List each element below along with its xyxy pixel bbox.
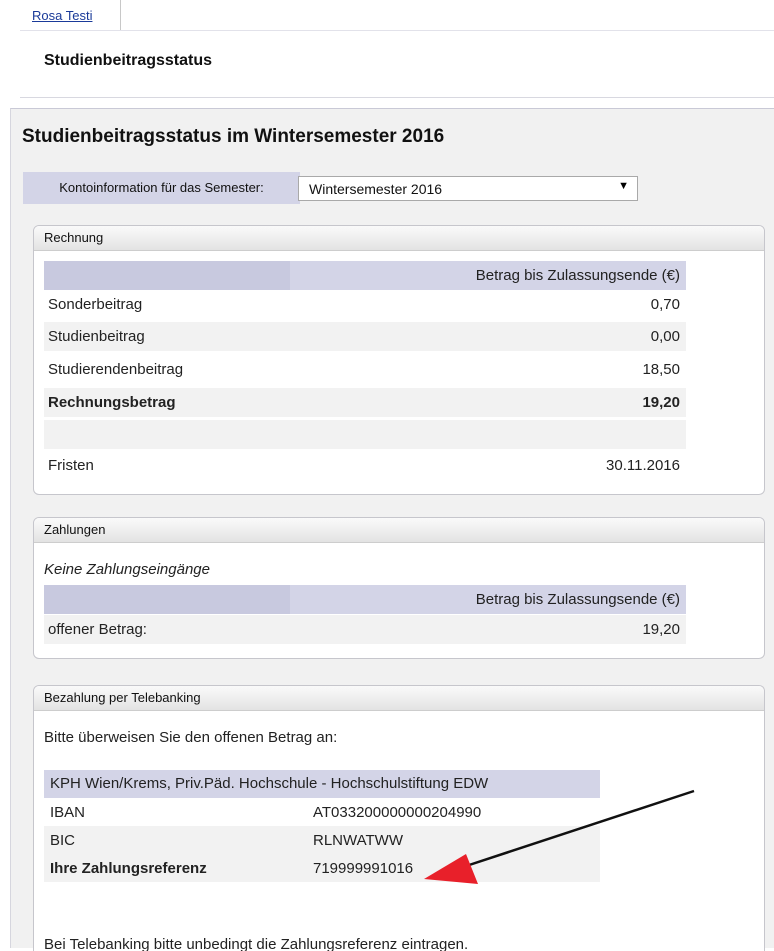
semester-select-value: Wintersemester 2016 bbox=[309, 181, 443, 197]
bic-label: BIC bbox=[50, 832, 76, 849]
spacer-row bbox=[44, 420, 686, 449]
row-amount: 0,00 bbox=[650, 328, 680, 345]
deadline-row: Fristen 30.11.2016 bbox=[44, 451, 686, 480]
transfer-instruction: Bitte überweisen Sie den offenen Betrag … bbox=[44, 729, 338, 746]
no-payments-note: Keine Zahlungseingänge bbox=[44, 561, 210, 578]
rechnung-table-header: Betrag bis Zulassungsende (€) bbox=[44, 261, 686, 290]
telebanking-footnote: Bei Telebanking bitte unbedingt die Zahl… bbox=[44, 936, 469, 951]
column-header: Betrag bis Zulassungsende (€) bbox=[475, 267, 680, 284]
page-title: Studienbeitragsstatus bbox=[44, 52, 213, 69]
total-amount: 19,20 bbox=[642, 394, 680, 411]
telebanking-group: Bezahlung per Telebanking Bitte überweis… bbox=[33, 685, 765, 951]
reference-row: Ihre Zahlungsreferenz 719999991016 bbox=[44, 854, 600, 882]
reference-value: 719999991016 bbox=[313, 860, 414, 877]
table-row: Sonderbeitrag 0,70 bbox=[44, 290, 686, 319]
row-label: Studierendenbeitrag bbox=[48, 361, 184, 378]
semester-select[interactable]: Wintersemester 2016 ▼ bbox=[298, 176, 638, 201]
column-header: Betrag bis Zulassungsende (€) bbox=[475, 591, 680, 608]
section-title: Studienbeitragsstatus im Wintersemester … bbox=[22, 126, 445, 147]
reference-label: Ihre Zahlungsreferenz bbox=[50, 860, 207, 877]
row-label: Studienbeitrag bbox=[48, 328, 145, 345]
iban-row: IBAN AT033200000000204990 bbox=[44, 798, 600, 826]
iban-label: IBAN bbox=[50, 804, 86, 821]
open-amount-row: offener Betrag: 19,20 bbox=[44, 615, 686, 644]
user-name-link[interactable]: Rosa Testi bbox=[32, 8, 92, 23]
semester-label: Kontoinformation für das Semester: bbox=[23, 172, 300, 204]
bic-row: BIC RLNWATWW bbox=[44, 826, 600, 854]
open-amount-value: 19,20 bbox=[642, 621, 680, 638]
main-panel: Studienbeitragsstatus im Wintersemester … bbox=[10, 108, 774, 951]
row-label: Sonderbeitrag bbox=[48, 296, 143, 313]
rechnung-group: Rechnung Betrag bis Zulassungsende (€) S… bbox=[33, 225, 765, 495]
user-tab: Rosa Testi bbox=[20, 0, 121, 30]
zahlungen-group: Zahlungen Keine Zahlungseingänge Betrag … bbox=[33, 517, 765, 659]
deadline-value: 30.11.2016 bbox=[606, 457, 680, 474]
row-amount: 0,70 bbox=[650, 296, 680, 313]
chevron-down-icon: ▼ bbox=[618, 180, 629, 192]
bic-value: RLNWATWW bbox=[313, 832, 403, 849]
telebanking-header: Bezahlung per Telebanking bbox=[34, 686, 764, 711]
iban-value: AT033200000000204990 bbox=[313, 804, 482, 821]
deadline-label: Fristen bbox=[48, 457, 94, 474]
total-label: Rechnungsbetrag bbox=[48, 394, 176, 411]
zahlungen-header: Zahlungen bbox=[34, 518, 764, 543]
row-amount: 18,50 bbox=[642, 361, 680, 378]
total-row: Rechnungsbetrag 19,20 bbox=[44, 388, 686, 417]
rechnung-header: Rechnung bbox=[34, 226, 764, 251]
zahlungen-table-header: Betrag bis Zulassungsende (€) bbox=[44, 585, 686, 614]
table-row: Studienbeitrag 0,00 bbox=[44, 322, 686, 351]
page-header: Studienbeitragsstatus bbox=[20, 30, 774, 98]
header-empty-cell bbox=[44, 261, 290, 290]
header-empty-cell bbox=[44, 585, 290, 614]
open-amount-label: offener Betrag: bbox=[48, 621, 147, 638]
table-row: Studierendenbeitrag 18,50 bbox=[44, 355, 686, 384]
bank-recipient: KPH Wien/Krems, Priv.Päd. Hochschule - H… bbox=[44, 770, 600, 798]
